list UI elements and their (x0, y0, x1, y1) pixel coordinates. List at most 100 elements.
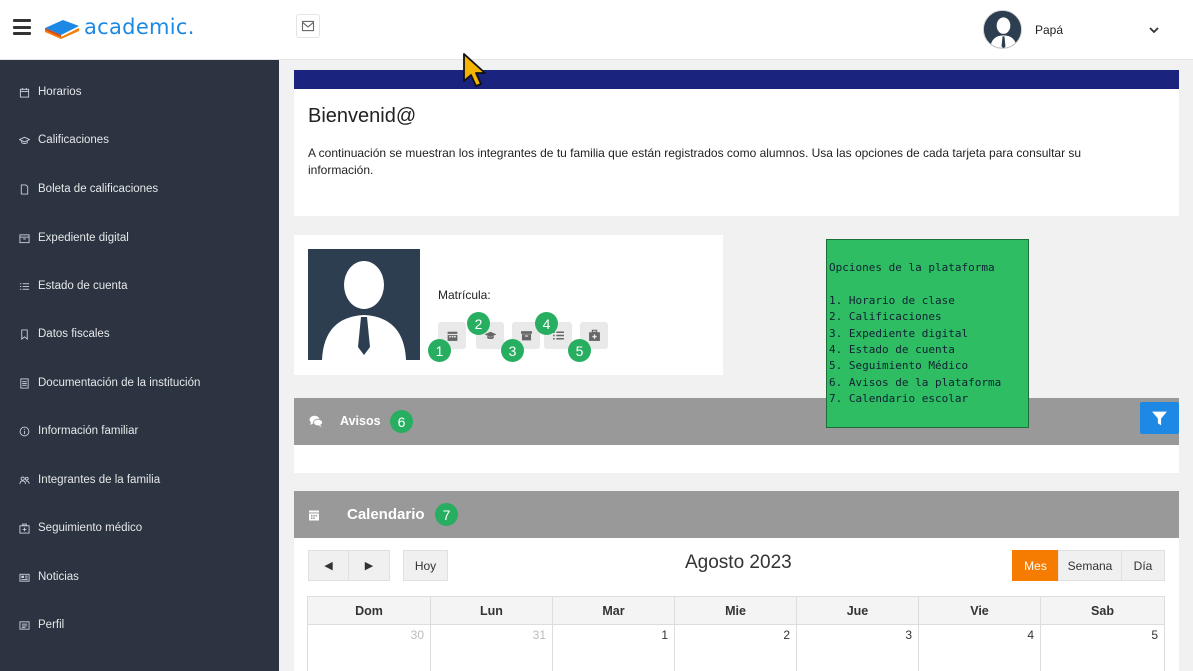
note-line: 1. Horario de clase (829, 293, 955, 307)
sidebar-item-documentacion[interactable]: Documentación de la institución (19, 373, 200, 393)
sidebar-item-label: Horarios (38, 86, 82, 98)
student-photo (308, 249, 420, 360)
option-badge-1: 1 (428, 339, 451, 362)
logo-text: academic. (84, 15, 195, 39)
calendario-panel-header[interactable]: Calendario 7 (294, 491, 1179, 538)
sidebar-item-integrantes[interactable]: Integrantes de la familia (19, 470, 160, 490)
sidebar-item-label: Boleta de calificaciones (38, 183, 159, 195)
sidebar-item-label: Seguimiento médico (38, 522, 143, 534)
weekday-header: Vie (919, 596, 1041, 625)
sidebar-item-label: Expediente digital (38, 232, 129, 244)
calendar-day-cell[interactable]: 31 (431, 625, 553, 671)
sidebar-item-expediente[interactable]: Expediente digital (19, 228, 129, 248)
note-line: 7. Calendario escolar (829, 392, 969, 406)
sidebar-item-horarios[interactable]: Horarios (19, 82, 81, 102)
option-badge-4: 4 (535, 312, 558, 335)
user-name[interactable]: Papá (1035, 23, 1063, 37)
file-icon (20, 183, 29, 195)
sidebar-item-label: Datos fiscales (38, 328, 110, 340)
sidebar-item-label: Información familiar (38, 425, 139, 437)
view-month-button[interactable]: Mes (1012, 550, 1059, 581)
sidebar-item-label: Documentación de la institución (38, 377, 201, 389)
matricula-label: Matrícula: (438, 288, 491, 302)
newspaper-icon (19, 573, 30, 582)
page-title: Bienvenid@ (308, 105, 417, 127)
messages-button[interactable] (296, 14, 320, 38)
calendar-day-cell[interactable]: 5 (1041, 625, 1165, 671)
sidebar-item-perfil[interactable]: Perfil (19, 615, 64, 635)
logo-mark-icon (45, 20, 79, 39)
user-silhouette-icon (984, 11, 1021, 48)
calendar-month-title: Agosto 2023 (685, 552, 792, 573)
sidebar-item-informacion-familiar[interactable]: Información familiar (19, 421, 138, 441)
next-month-button[interactable]: ▶ (348, 550, 390, 581)
weekday-header: Lun (431, 596, 553, 625)
option-badge-2: 2 (467, 312, 490, 335)
today-button[interactable]: Hoy (403, 550, 448, 581)
calendar-icon (309, 510, 319, 521)
sidebar-item-noticias[interactable]: Noticias (19, 567, 79, 587)
calendario-title: Calendario (347, 506, 425, 523)
weekday-header: Jue (797, 596, 919, 625)
info-icon (19, 426, 30, 436)
sidebar-item-datos-fiscales[interactable]: Datos fiscales (19, 324, 110, 344)
sidebar-item-label: Noticias (38, 571, 79, 583)
sidebar-item-calificaciones[interactable]: Calificaciones (19, 130, 109, 150)
filter-icon (1152, 411, 1167, 425)
avisos-title: Avisos (340, 414, 381, 428)
calendar-icon (19, 87, 30, 98)
sidebar-item-label: Integrantes de la familia (38, 474, 161, 486)
envelope-icon (301, 20, 315, 32)
weekday-header: Sab (1041, 596, 1165, 625)
welcome-header-bar (294, 70, 1179, 89)
prev-month-button[interactable]: ◀ (308, 550, 349, 581)
top-bar: academic. Papá (0, 0, 1193, 60)
welcome-text: A continuación se muestran los integrant… (308, 146, 1082, 177)
note-line: 3. Expediente digital (829, 326, 969, 340)
filter-button[interactable] (1140, 402, 1179, 434)
calendar-day-cell[interactable]: 4 (919, 625, 1041, 671)
user-silhouette-icon (308, 249, 420, 360)
note-line: 2. Calificaciones (829, 310, 942, 324)
view-day-button[interactable]: Día (1121, 550, 1165, 581)
option-badge-3: 3 (501, 339, 524, 362)
sidebar: Horarios Calificaciones Boleta de califi… (0, 60, 279, 671)
calendar-icon (447, 331, 457, 341)
sidebar-item-seguimiento-medico[interactable]: Seguimiento médico (19, 518, 142, 538)
calendar-day-cell[interactable]: 2 (675, 625, 797, 671)
weekday-header: Mie (675, 596, 797, 625)
note-line: 4. Estado de cuenta (829, 343, 955, 357)
user-avatar[interactable] (983, 10, 1022, 49)
calendar-day-cell[interactable]: 30 (308, 625, 431, 671)
medkit-icon (588, 329, 600, 341)
avisos-panel-body (294, 445, 1179, 473)
note-title: Opciones de la plataforma (829, 261, 995, 274)
note-line: 6. Avisos de la plataforma (829, 375, 1002, 389)
view-week-button[interactable]: Semana (1058, 550, 1122, 581)
archive-icon (19, 233, 30, 243)
sidebar-item-label: Perfil (38, 619, 65, 631)
note-spacer (829, 276, 1026, 292)
medkit-icon (19, 523, 30, 534)
calendar-day-cell[interactable]: 1 (553, 625, 675, 671)
student-card: Matrícula: 1 2 3 4 5 (294, 235, 723, 375)
weekday-header: Mar (553, 596, 675, 625)
list-icon (19, 282, 30, 290)
chevron-down-icon[interactable] (1148, 24, 1160, 36)
sidebar-item-estado-cuenta[interactable]: Estado de cuenta (19, 276, 128, 296)
menu-icon[interactable] (13, 19, 31, 35)
comments-icon (309, 415, 323, 428)
sidebar-item-label: Estado de cuenta (38, 280, 128, 292)
welcome-card: Bienvenid@ A continuación se muestran lo… (294, 89, 1179, 216)
calendar-grid: Dom Lun Mar Mie Jue Vie Sab 30 31 1 2 3 … (307, 596, 1165, 671)
sidebar-item-boleta[interactable]: Boleta de calificaciones (19, 179, 158, 199)
avisos-badge: 6 (390, 410, 413, 433)
logo[interactable]: academic. (43, 15, 194, 41)
users-icon (19, 476, 30, 484)
bookmark-icon (21, 328, 28, 340)
calendar-day-cell[interactable]: 3 (797, 625, 919, 671)
mouse-cursor-icon (463, 53, 486, 87)
id-card-icon (19, 620, 30, 630)
graduation-cap-icon (19, 136, 30, 144)
avisos-panel-header[interactable]: Avisos 6 (294, 398, 1179, 445)
